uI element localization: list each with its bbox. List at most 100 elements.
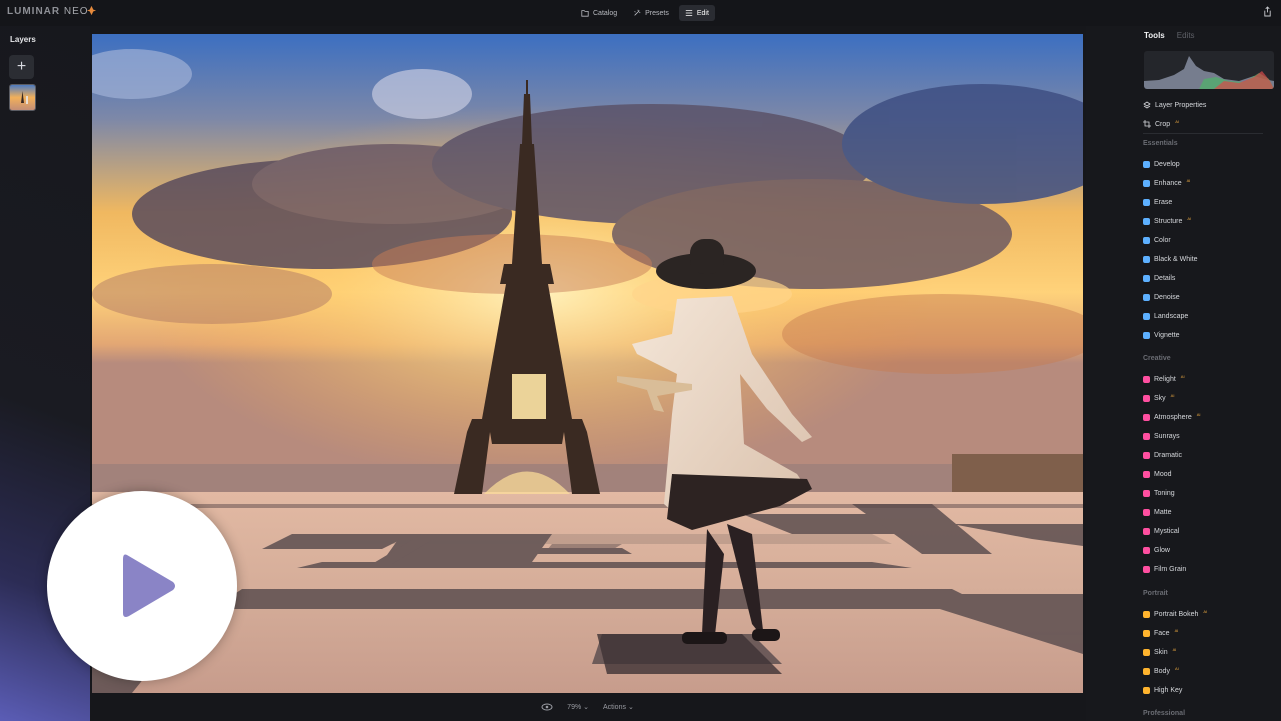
- tab-edit[interactable]: Edit: [678, 5, 715, 21]
- photo-canvas[interactable]: [92, 34, 1083, 693]
- chevron-down-icon: ⌄: [583, 704, 590, 711]
- section-professional: Professional: [1143, 710, 1186, 717]
- tool-sunrays[interactable]: Sunrays: [1143, 431, 1180, 441]
- tool-label: Mystical: [1154, 527, 1180, 535]
- tool-erase[interactable]: Erase: [1143, 197, 1172, 207]
- tool-color[interactable]: Color: [1143, 235, 1171, 245]
- tool-label: High Key: [1154, 686, 1183, 694]
- tool-layer-properties[interactable]: Layer Properties: [1143, 100, 1206, 110]
- tool-portrait-bokeh[interactable]: Portrait Bokeh AI: [1143, 609, 1207, 619]
- tool-label: Layer Properties: [1155, 101, 1207, 109]
- glow-icon: [1143, 546, 1150, 554]
- ai-badge: AI: [1174, 628, 1179, 633]
- tool-label: Details: [1154, 274, 1176, 282]
- tool-film-grain[interactable]: Film Grain: [1143, 564, 1186, 574]
- tool-relight[interactable]: Relight AI: [1143, 374, 1185, 384]
- tool-label: Landscape: [1154, 312, 1189, 320]
- tool-label: Develop: [1154, 160, 1180, 168]
- tool-enhance[interactable]: Enhance AI: [1143, 178, 1190, 188]
- zoom-select[interactable]: 79% ⌄: [567, 703, 589, 711]
- dramatic-icon: [1143, 451, 1150, 459]
- mood-icon: [1143, 470, 1150, 478]
- tab-catalog[interactable]: Catalog: [575, 5, 623, 21]
- tab-presets[interactable]: Presets: [627, 5, 675, 21]
- tool-develop[interactable]: Develop: [1143, 159, 1180, 169]
- tool-label: Matte: [1154, 508, 1172, 516]
- tool-label: Toning: [1154, 489, 1175, 497]
- relight-icon: [1143, 375, 1150, 383]
- tool-black-white[interactable]: Black & White: [1143, 254, 1198, 264]
- tool-label: Black & White: [1154, 255, 1198, 263]
- play-video-button[interactable]: [47, 491, 237, 681]
- tab-tools[interactable]: Tools: [1144, 31, 1165, 40]
- tool-denoise[interactable]: Denoise: [1143, 292, 1180, 302]
- tool-label: Color: [1154, 236, 1171, 244]
- tool-details[interactable]: Details: [1143, 273, 1175, 283]
- top-bar: LUMINAR NEO Catalog Presets Edit: [0, 0, 1281, 26]
- portrait-bokeh-icon: [1143, 610, 1150, 618]
- tool-landscape[interactable]: Landscape: [1143, 311, 1188, 321]
- tool-label: Film Grain: [1154, 565, 1187, 573]
- enhance-icon: [1143, 179, 1150, 187]
- tool-label: Erase: [1154, 198, 1173, 206]
- tool-crop[interactable]: Crop AI: [1143, 119, 1179, 129]
- tab-catalog-label: Catalog: [593, 9, 618, 17]
- app-logo: LUMINAR NEO: [7, 6, 89, 17]
- ai-badge: AI: [1174, 666, 1179, 671]
- tool-vignette[interactable]: Vignette: [1143, 330, 1180, 340]
- layer-thumbnail[interactable]: [9, 84, 36, 111]
- tool-label: Mood: [1154, 470, 1172, 478]
- tool-skin[interactable]: Skin AI: [1143, 647, 1176, 657]
- add-layer-button[interactable]: +: [9, 55, 34, 79]
- actions-menu[interactable]: Actions ⌄: [603, 703, 634, 711]
- erase-icon: [1143, 198, 1150, 206]
- tool-label: Glow: [1154, 546, 1170, 554]
- tool-atmosphere[interactable]: Atmosphere AI: [1143, 412, 1201, 422]
- layers-icon: [1143, 101, 1151, 109]
- tool-toning[interactable]: Toning: [1143, 488, 1175, 498]
- film-grain-icon: [1143, 565, 1150, 573]
- tool-label: Vignette: [1154, 331, 1180, 339]
- sunrays-icon: [1143, 432, 1150, 440]
- tool-label: Dramatic: [1154, 451, 1183, 459]
- tool-glow[interactable]: Glow: [1143, 545, 1170, 555]
- tool-face[interactable]: Face AI: [1143, 628, 1178, 638]
- tool-label: Face: [1154, 629, 1170, 637]
- face-icon: [1143, 629, 1150, 637]
- sliders-icon: [685, 10, 693, 16]
- tool-sky[interactable]: Sky AI: [1143, 393, 1174, 403]
- tool-dramatic[interactable]: Dramatic: [1143, 450, 1182, 460]
- landscape-icon: [1143, 312, 1150, 320]
- tools-tabs: Tools Edits: [1144, 31, 1195, 40]
- body-icon: [1143, 667, 1150, 675]
- tool-label: Body: [1154, 667, 1170, 675]
- tool-structure[interactable]: Structure AI: [1143, 216, 1191, 226]
- presets-icon: [634, 9, 641, 16]
- tool-body[interactable]: Body AI: [1143, 666, 1179, 676]
- tab-edits[interactable]: Edits: [1177, 31, 1195, 40]
- histogram: [1144, 51, 1274, 89]
- details-icon: [1143, 274, 1150, 282]
- ai-badge: AI: [1187, 216, 1192, 221]
- tool-label: Crop: [1155, 120, 1171, 128]
- eye-icon[interactable]: [541, 703, 553, 711]
- sky-icon: [1143, 394, 1150, 402]
- tool-label: Atmosphere: [1154, 413, 1192, 421]
- share-icon[interactable]: [1263, 6, 1272, 17]
- tool-label: Relight: [1154, 375, 1176, 383]
- rocket-icon[interactable]: [86, 5, 97, 16]
- tool-matte[interactable]: Matte: [1143, 507, 1172, 517]
- tool-label: Sunrays: [1154, 432, 1180, 440]
- high-key-icon: [1143, 686, 1150, 694]
- main-nav: Catalog Presets Edit: [575, 5, 715, 21]
- tool-mood[interactable]: Mood: [1143, 469, 1172, 479]
- tool-high-key[interactable]: High Key: [1143, 685, 1182, 695]
- tool-mystical[interactable]: Mystical: [1143, 526, 1179, 536]
- ai-badge: AI: [1186, 178, 1191, 183]
- play-icon: [123, 554, 175, 617]
- tool-label: Skin: [1154, 648, 1168, 656]
- tab-edit-label: Edit: [696, 9, 709, 17]
- vignette-icon: [1143, 331, 1150, 339]
- tab-presets-label: Presets: [645, 9, 669, 17]
- atmosphere-icon: [1143, 413, 1150, 421]
